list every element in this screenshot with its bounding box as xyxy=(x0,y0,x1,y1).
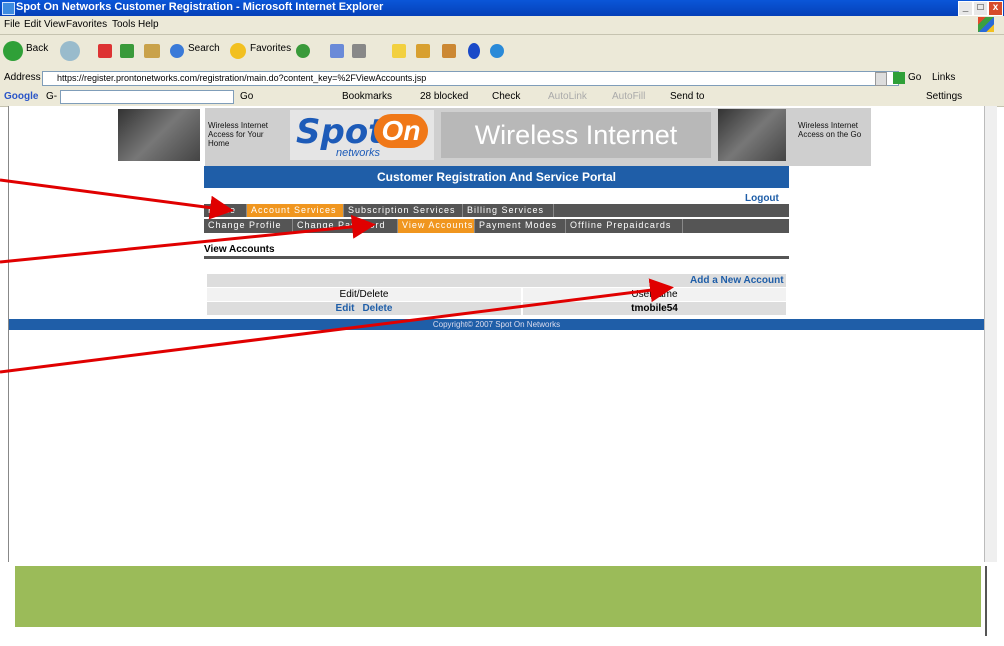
arrow-to-account-services xyxy=(0,178,234,220)
annotation-overlay xyxy=(0,178,674,374)
arrow-to-view-accounts xyxy=(0,214,376,264)
arrow-to-username xyxy=(0,278,674,374)
